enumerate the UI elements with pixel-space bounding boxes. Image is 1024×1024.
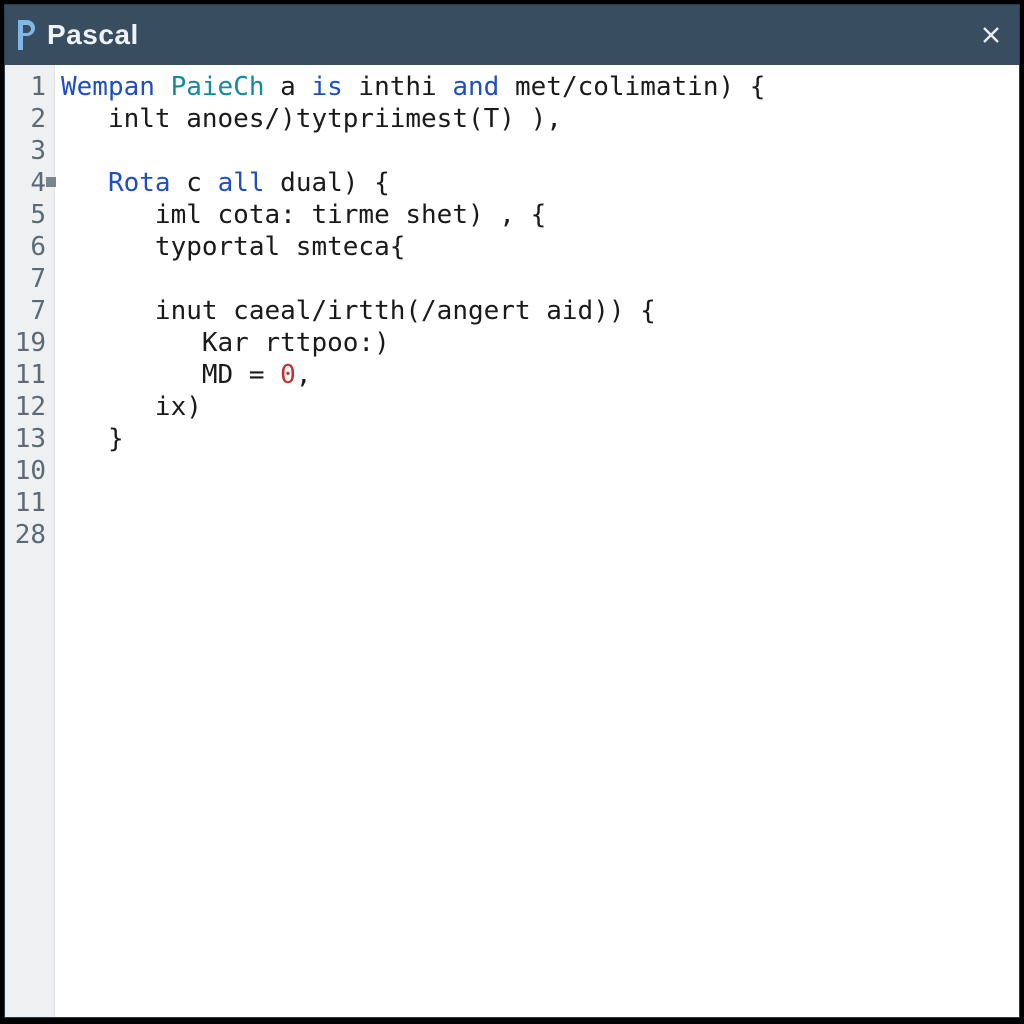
line-number-gutter: 1234567719111213101128 (5, 65, 55, 1017)
code-line: inlt anoes/)tytpriimest(T) ), (61, 103, 1019, 135)
line-number: 3 (5, 135, 54, 167)
line-number: 6 (5, 231, 54, 263)
code-line (61, 135, 1019, 167)
line-number: 11 (5, 359, 54, 391)
close-button[interactable] (977, 21, 1005, 49)
code-line: ix) (61, 391, 1019, 423)
code-line: } (61, 423, 1019, 455)
titlebar: Pascal (5, 5, 1019, 65)
line-number: 2 (5, 103, 54, 135)
line-number: 28 (5, 519, 54, 551)
code-line (61, 487, 1019, 519)
code-line: MD = 0, (61, 359, 1019, 391)
line-number: 10 (5, 455, 54, 487)
pascal-logo-icon (13, 18, 39, 52)
line-number: 7 (5, 263, 54, 295)
line-number: 11 (5, 487, 54, 519)
code-editor[interactable]: 1234567719111213101128 Wempan PaieCh a i… (5, 65, 1019, 1017)
line-number: 4 (5, 167, 54, 199)
code-line (61, 263, 1019, 295)
line-number: 19 (5, 327, 54, 359)
line-number: 13 (5, 423, 54, 455)
code-line: iml cota: tirme shet) , { (61, 199, 1019, 231)
code-line: Wempan PaieCh a is inthi and met/colimat… (61, 71, 1019, 103)
code-area[interactable]: Wempan PaieCh a is inthi and met/colimat… (55, 65, 1019, 1017)
code-line: typortal smteca{ (61, 231, 1019, 263)
code-line: Kar rttpoo:) (61, 327, 1019, 359)
editor-window: Pascal 1234567719111213101128 Wempan Pai… (4, 4, 1020, 1018)
line-number: 7 (5, 295, 54, 327)
code-line: Rota c all dual) { (61, 167, 1019, 199)
line-number: 1 (5, 71, 54, 103)
code-line (61, 455, 1019, 487)
code-line: inut caeal/irtth(/angert aid)) { (61, 295, 1019, 327)
close-icon (981, 25, 1001, 45)
tab-title: Pascal (47, 19, 139, 51)
breakpoint-marker (46, 177, 56, 187)
line-number: 12 (5, 391, 54, 423)
line-number: 5 (5, 199, 54, 231)
code-line (61, 519, 1019, 551)
